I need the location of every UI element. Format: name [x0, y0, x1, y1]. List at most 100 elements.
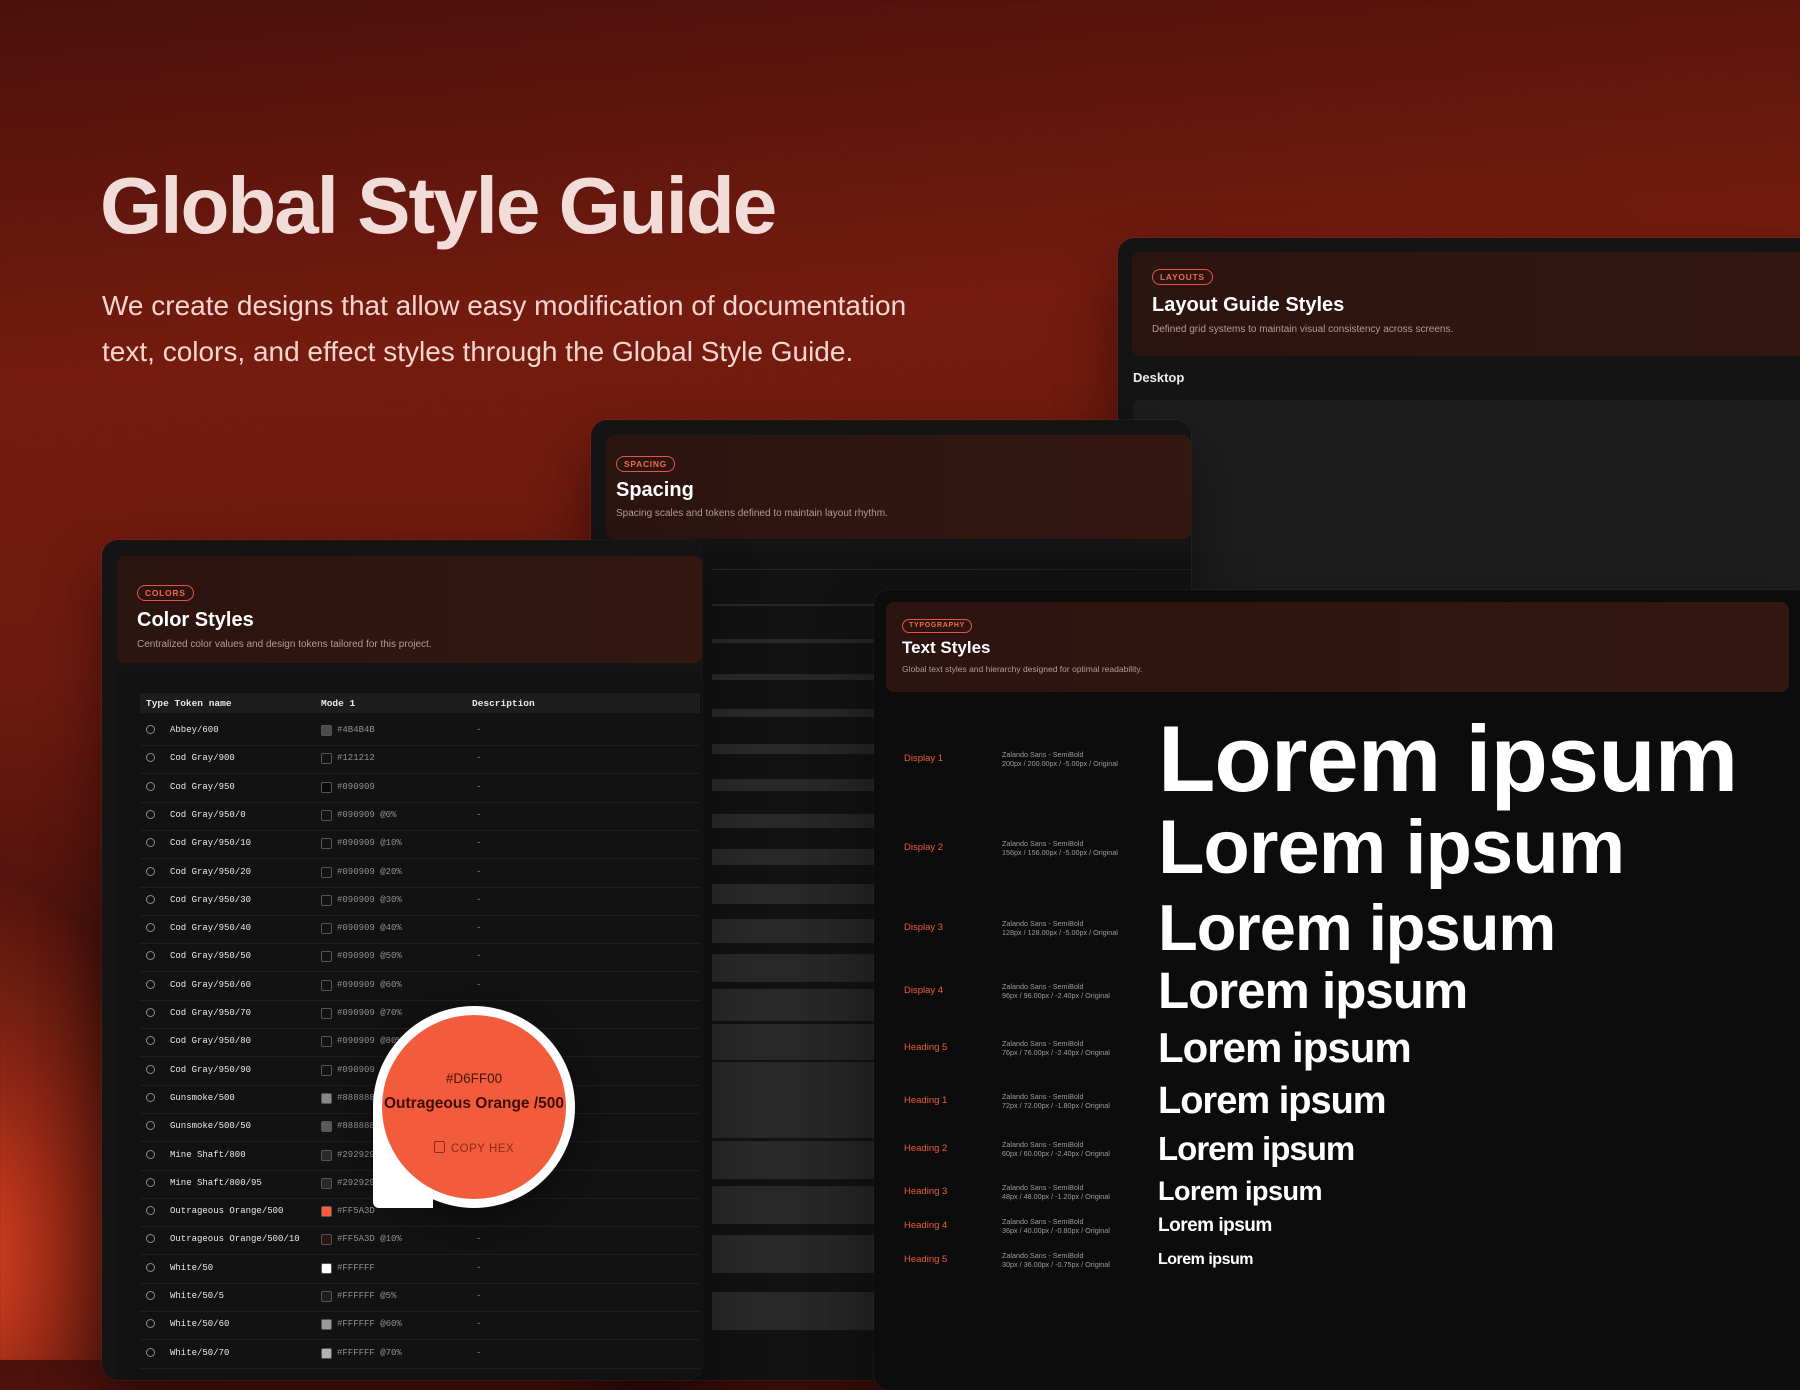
text-style-sample: Lorem ipsum [1158, 1176, 1323, 1206]
table-row[interactable]: Cod Gray/950/10 #090909 @10% - [140, 830, 700, 860]
token-name: White/50 [170, 1262, 214, 1273]
color-swatch [321, 1319, 332, 1331]
color-swatch [321, 781, 332, 793]
color-swatch [321, 809, 332, 821]
color-type-icon [146, 894, 155, 904]
token-hex: #090909 @10% [337, 838, 402, 849]
text-style-sample: Lorem ipsum [1158, 1080, 1387, 1122]
text-panel-subtitle: Global text styles and hierarchy designe… [902, 664, 1143, 674]
text-style-name: Heading 4 [904, 1219, 948, 1231]
text-panel-title: Text Styles [902, 638, 991, 657]
color-type-icon [146, 1206, 155, 1216]
token-description: - [476, 1291, 482, 1301]
token-description: - [476, 923, 482, 934]
text-style-spec: Zalando Sans - SemiBold 48px / 48.00px / … [1002, 1183, 1110, 1201]
token-name: Mine Shaft/800 [170, 1149, 246, 1160]
text-style-sample: Lorem ipsum [1158, 706, 1738, 811]
spacing-panel-header: SPACING Spacing Spacing scales and token… [606, 435, 1191, 539]
table-row[interactable]: White/50 #FFFFFF - [140, 1255, 700, 1284]
copy-icon [433, 1141, 445, 1153]
text-style-font: Zalando Sans - SemiBold [1002, 1251, 1084, 1260]
token-name: Cod Gray/900 [170, 753, 235, 764]
text-style-spec: Zalando Sans - SemiBold 96px / 96.00px / … [1002, 982, 1110, 1000]
token-name: Cod Gray/950/80 [170, 1036, 252, 1047]
text-panel-header: TYPOGRAPHY Text Styles Global text style… [886, 602, 1789, 692]
page-title: Global Style Guide [100, 161, 777, 250]
token-hex: #090909 @50% [337, 951, 402, 962]
token-name: Mine Shaft/800/95 [170, 1177, 262, 1188]
spacing-panel-title: Spacing [616, 479, 694, 501]
text-style-font: Zalando Sans - SemiBold [1002, 1139, 1084, 1149]
text-style-spec: Zalando Sans - SemiBold 72px / 72.00px / … [1002, 1092, 1110, 1110]
color-tooltip-swatch: #D6FF00 Outrageous Orange /500 COPY HEX [382, 1015, 566, 1199]
token-name: Cod Gray/950/50 [170, 951, 252, 962]
copy-hex-button[interactable]: COPY HEX [382, 1141, 566, 1155]
table-row[interactable]: Cod Gray/950 #090909 - [140, 774, 700, 803]
color-swatch [321, 1008, 332, 1019]
token-hex: #FFFFFF @70% [337, 1347, 402, 1358]
token-name: Abbey/600 [170, 725, 219, 735]
table-row[interactable]: White/50/70 #FFFFFF @70% - [140, 1340, 700, 1369]
text-style-sample: Lorem ipsum [1158, 1215, 1272, 1236]
token-hex: #090909 @80% [337, 1036, 402, 1047]
table-row[interactable]: Cod Gray/950/30 #090909 @30% - [140, 887, 700, 916]
table-row[interactable]: Cod Gray/950/20 #090909 @20% - [140, 859, 700, 888]
color-panel-title: Color Styles [137, 609, 254, 631]
text-style-name: Display 3 [904, 921, 944, 933]
table-row[interactable]: Outrageous Orange/500/10 #FF5A3D @10% - [140, 1226, 700, 1256]
table-row[interactable]: White/50/60 #FFFFFF @60% - [140, 1311, 700, 1341]
text-style-name: Display 1 [904, 753, 944, 764]
color-type-icon [146, 1121, 155, 1131]
token-name: Cod Gray/950/40 [170, 923, 252, 934]
color-type-icon [146, 781, 155, 791]
table-row[interactable]: Cod Gray/900 #121212 - [140, 745, 700, 775]
color-type-icon [146, 866, 155, 876]
text-style-sample: Lorem ipsum [1158, 1251, 1253, 1268]
text-style-spec: Zalando Sans - SemiBold 36px / 40.00px / … [1002, 1217, 1110, 1235]
color-swatch [321, 1092, 332, 1104]
token-description: - [476, 979, 482, 990]
table-row[interactable]: Cod Gray/950/60 #090909 @60% - [140, 972, 700, 1001]
token-description: - [476, 781, 482, 792]
token-hex: #090909 @40% [337, 923, 402, 934]
token-hex: #FFFFFF [337, 1262, 375, 1273]
color-type-icon [146, 1008, 155, 1017]
color-swatch [321, 725, 332, 736]
color-type-icon [146, 725, 155, 734]
token-hex: #888888 [337, 1092, 375, 1103]
table-row[interactable]: Abbey/600 #4B4B4B - [140, 717, 700, 746]
token-hex: #090909 @30% [337, 894, 402, 905]
text-style-name: Heading 2 [904, 1142, 948, 1154]
token-hex: #090909 @0% [337, 809, 397, 820]
token-description: - [476, 1347, 482, 1358]
token-hex: #090909 @20% [337, 866, 402, 877]
table-row[interactable]: Cod Gray/950/0 #090909 @0% - [140, 802, 700, 831]
text-style-metrics: 96px / 96.00px / -2.40px / Original [1002, 990, 1110, 1000]
table-row[interactable]: Cod Gray/950/40 #090909 @40% - [140, 915, 700, 945]
color-type-icon [146, 951, 155, 961]
text-style-font: Zalando Sans - SemiBold [1002, 839, 1084, 848]
color-swatch [321, 753, 332, 765]
column-type-token: Type Token name [146, 698, 232, 709]
color-type-icon [146, 809, 155, 819]
token-name: Cod Gray/950/70 [170, 1008, 252, 1018]
color-type-icon [146, 979, 155, 989]
color-swatch [321, 1262, 332, 1274]
text-style-metrics: 30px / 36.00px / -0.75px / Original [1002, 1260, 1110, 1269]
color-panel-subtitle: Centralized color values and design toke… [137, 639, 432, 650]
color-swatch [321, 1291, 332, 1302]
layout-guide-panel: LAYOUTS Layout Guide Styles Defined grid… [1118, 238, 1800, 638]
text-style-sample: Lorem ipsum [1158, 891, 1556, 964]
token-name: White/50/70 [170, 1347, 230, 1358]
table-row[interactable]: White/50/5 #FFFFFF @5% - [140, 1283, 700, 1312]
token-description: - [476, 951, 482, 962]
text-style-sample: Lorem ipsum [1158, 1024, 1412, 1071]
token-name: Cod Gray/950 [170, 781, 235, 792]
token-description: - [476, 1319, 482, 1330]
table-row[interactable]: Cod Gray/950/50 #090909 @50% - [140, 943, 700, 973]
color-styles-panel: COLORS Color Styles Centralized color va… [102, 540, 702, 1380]
spacing-badge: SPACING [616, 456, 675, 472]
text-style-metrics: 200px / 200.00px / -5.00px / Original [1002, 759, 1118, 768]
color-type-icon [146, 1149, 155, 1159]
token-hex: #FFFFFF @60% [337, 1319, 402, 1330]
